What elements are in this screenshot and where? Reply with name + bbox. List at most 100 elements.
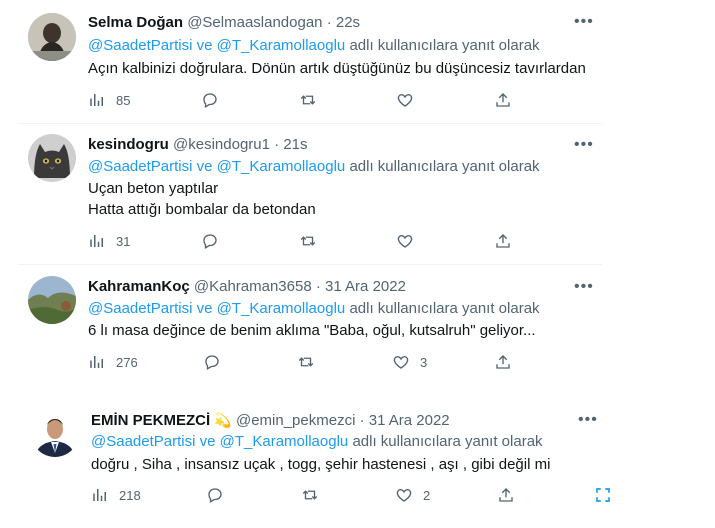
display-name[interactable]: kesindogru bbox=[88, 136, 169, 153]
like-count: 2 bbox=[423, 487, 431, 503]
user-handle[interactable]: @emin_pekmezci bbox=[236, 412, 355, 429]
badge-emoji: 💫 bbox=[214, 412, 232, 428]
views-button[interactable]: 276 bbox=[88, 353, 138, 371]
views-count: 31 bbox=[116, 233, 131, 249]
tweet[interactable]: KahramanKoç @Kahraman3658 · 31 Ara 2022 … bbox=[0, 265, 602, 383]
like-icon bbox=[397, 235, 413, 248]
like-icon bbox=[393, 356, 409, 369]
mention-link[interactable]: @T_Karamollaoglu bbox=[217, 37, 346, 54]
tweet-line: Açın kalbinizi doğrulara. Dönün artık dü… bbox=[88, 60, 586, 77]
separator-dot: · bbox=[315, 278, 321, 295]
mention-link[interactable]: @T_Karamollaoglu bbox=[220, 433, 349, 450]
mention-link[interactable]: @SaadetPartisi bbox=[91, 433, 195, 450]
like-count: 3 bbox=[420, 354, 428, 370]
tweet-line: Uçan beton yaptılar bbox=[88, 180, 219, 197]
tweet[interactable]: Selma Doğan @Selmaaslandogan · 22s ••• @… bbox=[0, 0, 602, 123]
timestamp[interactable]: 31 Ara 2022 bbox=[325, 278, 406, 295]
reply-prefix: adlı kullanıcılara yanıt olarak bbox=[349, 158, 540, 175]
expand-icon bbox=[596, 488, 610, 502]
tweet-line: 6 lı masa değince de benim aklıma "Baba,… bbox=[88, 322, 536, 339]
retweet-button[interactable] bbox=[299, 232, 317, 250]
reply-button[interactable] bbox=[201, 91, 219, 109]
share-button[interactable] bbox=[497, 486, 515, 504]
reply-and: ve bbox=[196, 158, 213, 175]
reply-button[interactable] bbox=[203, 353, 221, 371]
tweet-text: Uçan beton yaptılar Hatta attığı bombala… bbox=[88, 178, 316, 220]
mention-link[interactable]: @SaadetPartisi bbox=[88, 158, 192, 175]
timestamp[interactable]: 31 Ara 2022 bbox=[369, 412, 450, 429]
reply-context: @SaadetPartisi ve @T_Karamollaoglu adlı … bbox=[88, 157, 540, 177]
tweet[interactable]: EMİN PEKMEZCİ 💫 @emin_pekmezci · 31 Ara … bbox=[0, 395, 615, 528]
more-icon[interactable]: ••• bbox=[578, 412, 598, 428]
user-handle[interactable]: @kesindogru1 bbox=[173, 136, 270, 153]
reply-button[interactable] bbox=[206, 486, 224, 504]
share-icon bbox=[496, 93, 510, 107]
tweet[interactable]: kesindogru @kesindogru1 · 21s ••• @Saade… bbox=[0, 124, 602, 264]
more-icon[interactable]: ••• bbox=[574, 137, 594, 153]
mention-link[interactable]: @SaadetPartisi bbox=[88, 37, 192, 54]
reply-context: @SaadetPartisi ve @T_Karamollaoglu adlı … bbox=[88, 299, 540, 319]
retweet-icon bbox=[302, 490, 318, 500]
retweet-icon bbox=[300, 236, 316, 246]
avatar[interactable] bbox=[31, 409, 79, 457]
share-button[interactable] bbox=[494, 353, 512, 371]
views-count: 85 bbox=[116, 92, 131, 108]
mention-link[interactable]: @T_Karamollaoglu bbox=[217, 158, 346, 175]
timestamp[interactable]: 22s bbox=[336, 14, 360, 31]
like-button[interactable]: 3 bbox=[392, 353, 427, 371]
reply-and: ve bbox=[199, 433, 216, 450]
views-icon bbox=[90, 94, 103, 106]
retweet-button[interactable] bbox=[299, 91, 317, 109]
user-handle[interactable]: @Selmaaslandogan bbox=[187, 14, 322, 31]
views-button[interactable]: 218 bbox=[91, 486, 141, 504]
share-icon bbox=[496, 355, 510, 369]
retweet-button[interactable] bbox=[297, 353, 315, 371]
display-name[interactable]: KahramanKoç bbox=[88, 278, 190, 295]
mention-link[interactable]: @SaadetPartisi bbox=[88, 300, 192, 317]
views-icon bbox=[90, 235, 103, 247]
display-name[interactable]: Selma Doğan bbox=[88, 14, 183, 31]
like-button[interactable] bbox=[396, 232, 414, 250]
like-button[interactable] bbox=[396, 91, 414, 109]
tweet-text: Açın kalbinizi doğrulara. Dönün artık dü… bbox=[88, 58, 586, 79]
reply-and: ve bbox=[196, 300, 213, 317]
reply-button[interactable] bbox=[201, 232, 219, 250]
display-name[interactable]: EMİN PEKMEZCİ bbox=[91, 412, 210, 429]
like-icon bbox=[397, 94, 413, 107]
views-button[interactable]: 31 bbox=[88, 232, 130, 250]
user-handle[interactable]: @Kahraman3658 bbox=[194, 278, 312, 295]
more-icon[interactable]: ••• bbox=[574, 279, 594, 295]
reply-and: ve bbox=[196, 37, 213, 54]
avatar[interactable] bbox=[28, 276, 76, 324]
reply-context: @SaadetPartisi ve @T_Karamollaoglu adlı … bbox=[88, 36, 540, 56]
timestamp[interactable]: 21s bbox=[283, 136, 307, 153]
share-button[interactable] bbox=[494, 91, 512, 109]
views-icon bbox=[93, 489, 106, 501]
separator-dot: · bbox=[274, 136, 280, 153]
share-button[interactable] bbox=[494, 232, 512, 250]
reply-icon bbox=[208, 488, 222, 503]
avatar[interactable] bbox=[28, 134, 76, 182]
expand-button[interactable] bbox=[594, 486, 612, 504]
reply-prefix: adlı kullanıcılara yanıt olarak bbox=[352, 433, 543, 450]
more-icon[interactable]: ••• bbox=[574, 14, 594, 30]
views-icon bbox=[90, 356, 103, 368]
retweet-icon bbox=[300, 95, 316, 105]
reply-icon bbox=[205, 355, 219, 370]
like-icon bbox=[396, 489, 412, 502]
like-button[interactable]: 2 bbox=[395, 486, 430, 504]
avatar[interactable] bbox=[28, 13, 76, 61]
tweet-line: Hatta attığı bombalar da betondan bbox=[88, 201, 316, 218]
tweet-text: doğru , Siha , insansız uçak , togg, şeh… bbox=[91, 454, 550, 475]
share-icon bbox=[496, 234, 510, 248]
tweet-line: doğru , Siha , insansız uçak , togg, şeh… bbox=[91, 456, 551, 473]
separator-dot: · bbox=[326, 14, 332, 31]
retweet-icon bbox=[298, 357, 314, 367]
retweet-button[interactable] bbox=[301, 486, 319, 504]
reply-prefix: adlı kullanıcılara yanıt olarak bbox=[349, 37, 540, 54]
views-button[interactable]: 85 bbox=[88, 91, 130, 109]
mention-link[interactable]: @T_Karamollaoglu bbox=[217, 300, 346, 317]
reply-icon bbox=[203, 93, 217, 108]
views-count: 276 bbox=[116, 354, 138, 370]
share-icon bbox=[499, 488, 513, 502]
